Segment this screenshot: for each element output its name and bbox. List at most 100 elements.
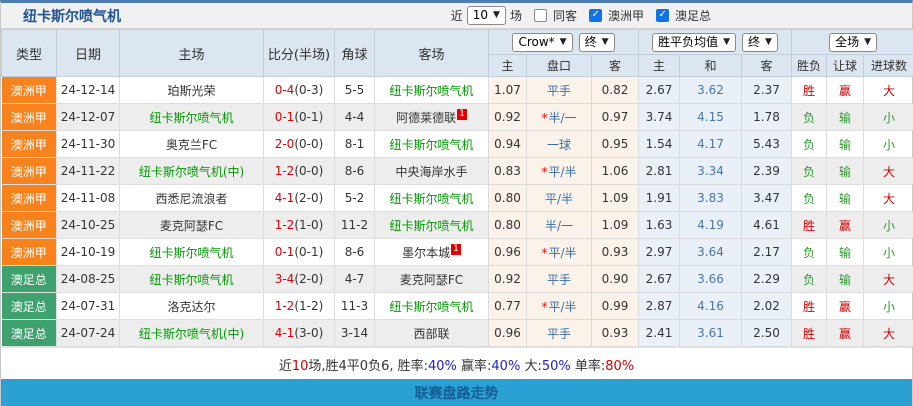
away-team[interactable]: 纽卡斯尔喷气机 [375, 131, 489, 158]
handicap-line: 半/一 [527, 212, 592, 239]
home-team[interactable]: 纽卡斯尔喷气机(中) [120, 320, 264, 347]
handicap-line: *平/半 [527, 239, 592, 266]
chevron-down-icon: ▼ [723, 35, 730, 50]
handicap-away-odds: 1.06 [592, 158, 639, 185]
handicap-away-odds: 0.95 [592, 131, 639, 158]
goals-result: 小 [864, 212, 913, 239]
avg-away-odds: 2.02 [742, 293, 792, 320]
handicap-line: 平手 [527, 266, 592, 293]
col-type: 类型 [2, 30, 57, 77]
avg-draw-odds: 3.62 [680, 77, 742, 104]
avg-away-odds: 2.17 [742, 239, 792, 266]
goals-result: 小 [864, 293, 913, 320]
match-league: 澳足总 [2, 293, 57, 320]
match-row: 澳洲甲 24-12-14 珀斯光荣 0-4(0-3) 5-5 纽卡斯尔喷气机 1… [2, 77, 913, 104]
corner-score: 8-1 [335, 131, 375, 158]
avg-draw-odds: 3.34 [680, 158, 742, 185]
avg-away-odds: 2.50 [742, 320, 792, 347]
summary-segment: 场,胜4平0负6, 胜率: [308, 359, 428, 374]
goals-result: 大 [864, 77, 913, 104]
corner-score: 4-4 [335, 104, 375, 131]
home-team[interactable]: 洛克达尔 [120, 293, 264, 320]
ffa-cup-checkbox[interactable] [656, 9, 669, 22]
home-team[interactable]: 麦克阿瑟FC [120, 212, 264, 239]
home-team[interactable]: 纽卡斯尔喷气机 [120, 104, 264, 131]
away-team[interactable]: 墨尔本城1 [375, 239, 489, 266]
avg-home-odds: 2.67 [639, 266, 680, 293]
avg-home-odds: 2.67 [639, 77, 680, 104]
goals-result: 小 [864, 104, 913, 131]
match-league: 澳洲甲 [2, 131, 57, 158]
avg-draw-odds: 4.17 [680, 131, 742, 158]
handicap-away-odds: 0.97 [592, 104, 639, 131]
summary-segment: 近 [279, 359, 292, 374]
table-header: 类型 日期 主场 比分(半场) 角球 客场 Crow*▼ 终▼ 胜平负均值▼ 终… [2, 30, 913, 77]
winavg-time-select[interactable]: 终▼ [742, 33, 778, 52]
match-date: 24-07-24 [57, 320, 120, 347]
avg-draw-odds: 3.83 [680, 185, 742, 212]
match-date: 24-10-19 [57, 239, 120, 266]
goals-result: 大 [864, 158, 913, 185]
away-team[interactable]: 纽卡斯尔喷气机 [375, 185, 489, 212]
corner-score: 8-6 [335, 158, 375, 185]
league-trend-bar[interactable]: 联赛盘路走势 [1, 379, 912, 406]
avg-away-odds: 2.29 [742, 266, 792, 293]
subcol-result: 胜负 [792, 55, 827, 77]
away-team[interactable]: 阿德莱德联1 [375, 104, 489, 131]
corner-score: 8-6 [335, 239, 375, 266]
home-team[interactable]: 纽卡斯尔喷气机 [120, 266, 264, 293]
handicap-home-odds: 0.92 [489, 104, 527, 131]
subcol-let: 让球 [827, 55, 864, 77]
recent-count-select[interactable]: 10▼ [467, 6, 506, 25]
handicap-result: 输 [827, 158, 864, 185]
red-card-badge: 1 [457, 109, 467, 120]
avg-draw-odds: 3.61 [680, 320, 742, 347]
goals-result: 大 [864, 266, 913, 293]
match-row: 澳足总 24-07-24 纽卡斯尔喷气机(中) 4-1(3-0) 3-14 西部… [2, 320, 913, 347]
corner-score: 4-7 [335, 266, 375, 293]
col-home: 主场 [120, 30, 264, 77]
summary-segment: 50% [542, 359, 571, 374]
handicap-time-select[interactable]: 终▼ [579, 33, 615, 52]
match-date: 24-11-08 [57, 185, 120, 212]
away-team[interactable]: 中央海岸水手 [375, 158, 489, 185]
home-team[interactable]: 纽卡斯尔喷气机 [120, 239, 264, 266]
home-team[interactable]: 纽卡斯尔喷气机(中) [120, 158, 264, 185]
away-team[interactable]: 纽卡斯尔喷气机 [375, 293, 489, 320]
a-league-checkbox[interactable] [589, 9, 602, 22]
handicap-home-odds: 0.80 [489, 212, 527, 239]
avg-home-odds: 3.74 [639, 104, 680, 131]
handicap-home-odds: 0.96 [489, 320, 527, 347]
match-date: 24-07-31 [57, 293, 120, 320]
away-team[interactable]: 纽卡斯尔喷气机 [375, 77, 489, 104]
away-team[interactable]: 纽卡斯尔喷气机 [375, 212, 489, 239]
same-away-checkbox[interactable] [534, 9, 547, 22]
home-team[interactable]: 奥克兰FC [120, 131, 264, 158]
handicap-home-odds: 1.07 [489, 77, 527, 104]
away-team[interactable]: 麦克阿瑟FC [375, 266, 489, 293]
home-team[interactable]: 西悉尼流浪者 [120, 185, 264, 212]
handicap-line: *平/半 [527, 293, 592, 320]
match-row: 澳洲甲 24-11-30 奥克兰FC 2-0(0-0) 8-1 纽卡斯尔喷气机 … [2, 131, 913, 158]
fulltime-select[interactable]: 全场▼ [829, 33, 877, 52]
ffa-cup-label: 澳足总 [675, 7, 711, 24]
goals-result: 小 [864, 131, 913, 158]
match-score: 2-0(0-0) [264, 131, 335, 158]
chevron-down-icon: ▼ [602, 35, 609, 50]
subcol-handicap: 盘口 [527, 55, 592, 77]
col-score: 比分(半场) [264, 30, 335, 77]
away-team[interactable]: 西部联 [375, 320, 489, 347]
subcol-avg-away: 客 [742, 55, 792, 77]
avg-draw-odds: 4.16 [680, 293, 742, 320]
subcol-avg-home: 主 [639, 55, 680, 77]
home-team[interactable]: 珀斯光荣 [120, 77, 264, 104]
avg-home-odds: 2.41 [639, 320, 680, 347]
match-row: 澳洲甲 24-10-19 纽卡斯尔喷气机 0-1(0-1) 8-6 墨尔本城1 … [2, 239, 913, 266]
subcol-hcp-away: 客 [592, 55, 639, 77]
match-score: 1-2(0-0) [264, 158, 335, 185]
bookmaker-select[interactable]: Crow*▼ [512, 33, 572, 52]
match-row: 澳洲甲 24-11-08 西悉尼流浪者 4-1(2-0) 5-2 纽卡斯尔喷气机… [2, 185, 913, 212]
matches-label: 场 [510, 7, 522, 24]
winavg-select[interactable]: 胜平负均值▼ [652, 33, 736, 52]
chevron-down-icon: ▼ [493, 8, 500, 23]
